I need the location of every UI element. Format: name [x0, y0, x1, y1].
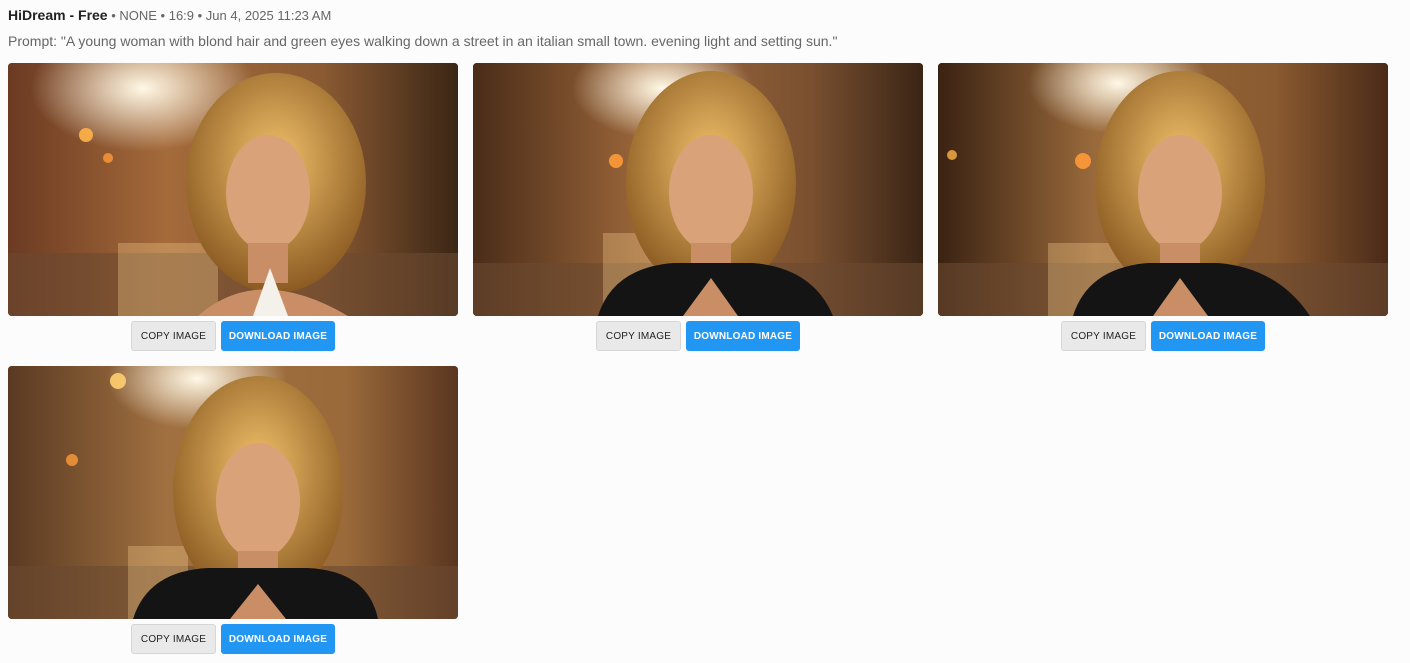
image-actions: COPY IMAGE DOWNLOAD IMAGE	[473, 321, 923, 351]
portrait-image	[473, 63, 923, 316]
download-image-button[interactable]: DOWNLOAD IMAGE	[221, 624, 335, 654]
download-image-button[interactable]: DOWNLOAD IMAGE	[1151, 321, 1265, 351]
generation-header: HiDream - Free • NONE • 16:9 • Jun 4, 20…	[8, 7, 331, 23]
portrait-image	[8, 366, 458, 619]
generation-meta: • NONE • 16:9 • Jun 4, 2025 11:23 AM	[111, 8, 332, 23]
copy-image-button[interactable]: COPY IMAGE	[131, 624, 216, 654]
image-card: COPY IMAGE DOWNLOAD IMAGE	[473, 63, 923, 351]
download-image-button[interactable]: DOWNLOAD IMAGE	[686, 321, 800, 351]
generated-image[interactable]	[473, 63, 923, 316]
image-card: COPY IMAGE DOWNLOAD IMAGE	[8, 63, 458, 351]
generated-image[interactable]	[938, 63, 1388, 316]
image-actions: COPY IMAGE DOWNLOAD IMAGE	[8, 321, 458, 351]
download-image-button[interactable]: DOWNLOAD IMAGE	[221, 321, 335, 351]
image-card: COPY IMAGE DOWNLOAD IMAGE	[938, 63, 1388, 351]
generated-image[interactable]	[8, 366, 458, 619]
copy-image-button[interactable]: COPY IMAGE	[596, 321, 681, 351]
generated-image[interactable]	[8, 63, 458, 316]
model-name: HiDream - Free	[8, 7, 108, 23]
copy-image-button[interactable]: COPY IMAGE	[131, 321, 216, 351]
image-actions: COPY IMAGE DOWNLOAD IMAGE	[938, 321, 1388, 351]
portrait-image	[8, 63, 458, 316]
image-card: COPY IMAGE DOWNLOAD IMAGE	[8, 366, 458, 654]
portrait-image	[938, 63, 1388, 316]
copy-image-button[interactable]: COPY IMAGE	[1061, 321, 1146, 351]
prompt-text: Prompt: "A young woman with blond hair a…	[8, 33, 838, 49]
image-actions: COPY IMAGE DOWNLOAD IMAGE	[8, 624, 458, 654]
